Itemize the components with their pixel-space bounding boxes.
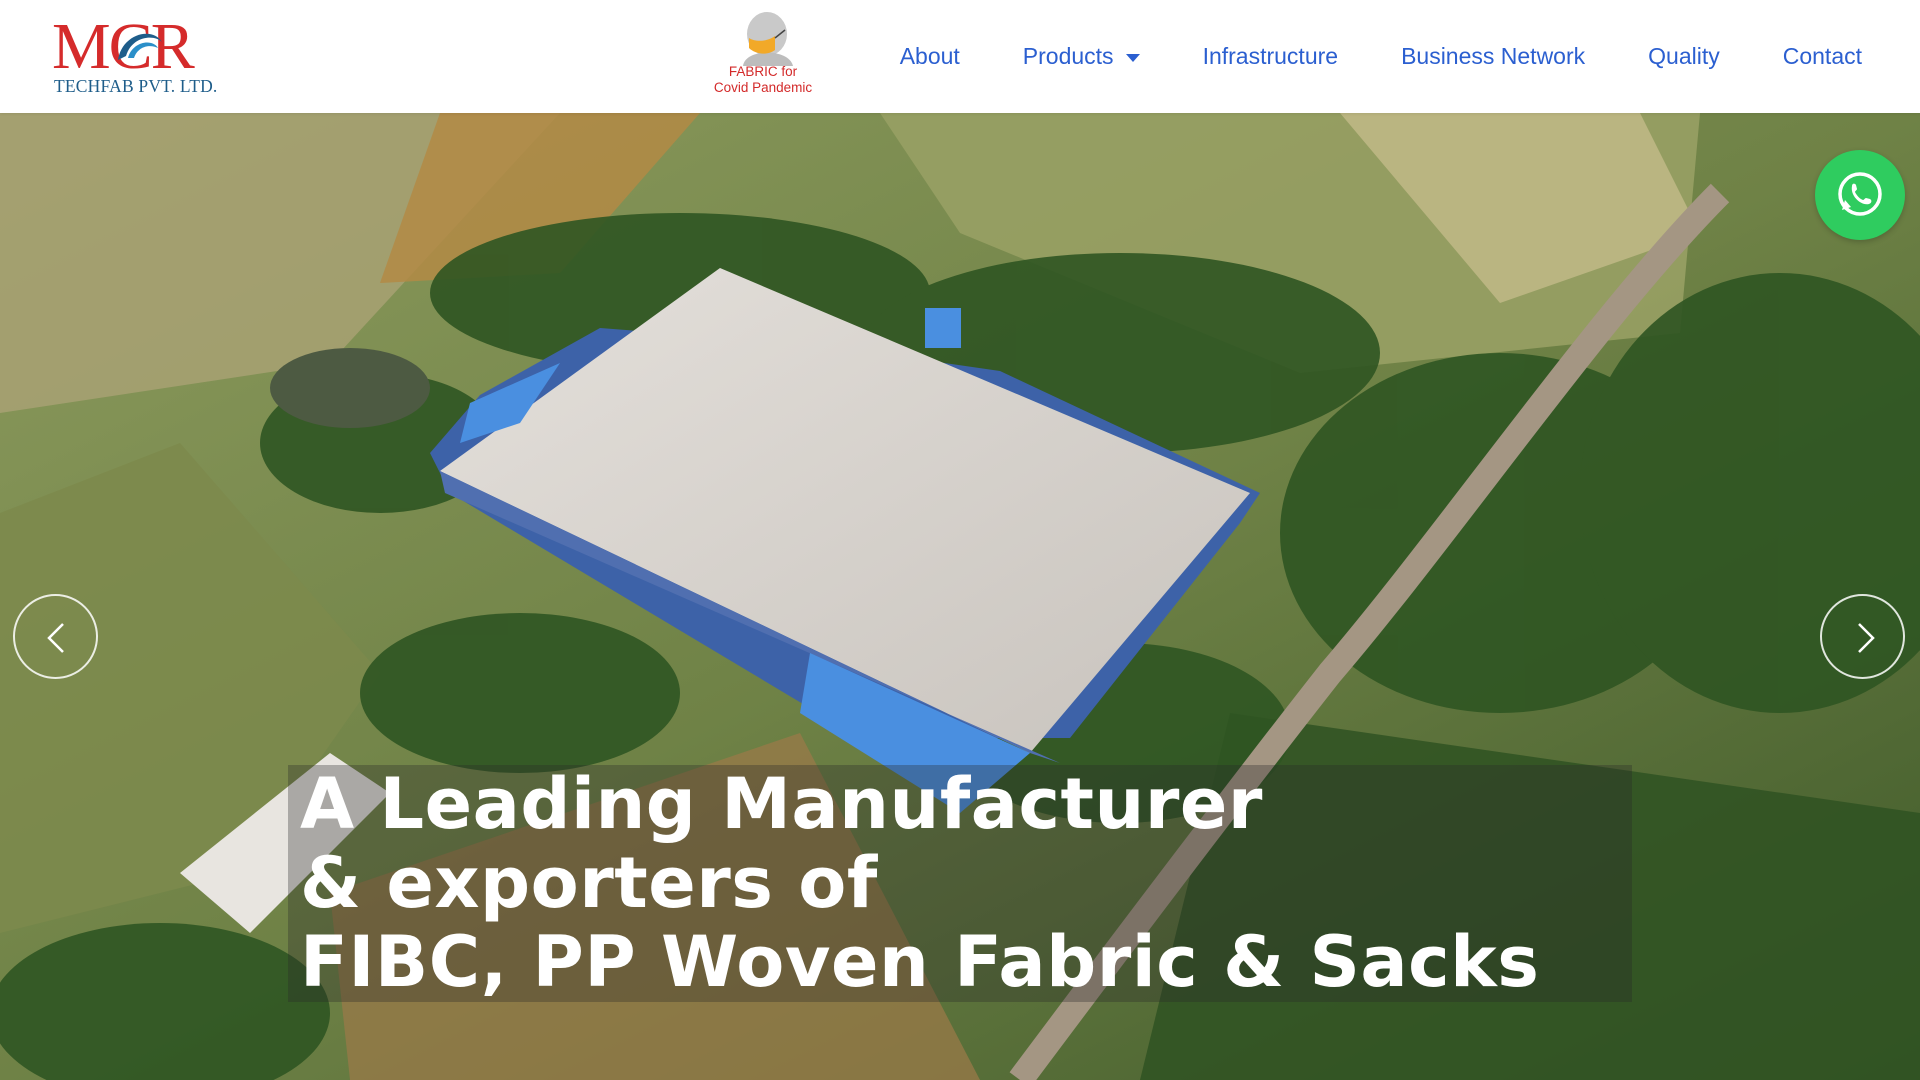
site-header: MCR TECHFAB PVT. LTD. FABRIC for Covid P…	[0, 0, 1920, 113]
nav-contact-label: Contact	[1782, 43, 1862, 69]
covid-badge-line1: FABRIC for	[728, 64, 798, 79]
hero-headline: A Leading Manufacturer & exporters of FI…	[300, 765, 1620, 1002]
nav-infrastructure[interactable]: Infrastructure	[1203, 43, 1339, 70]
whatsapp-button[interactable]	[1815, 150, 1905, 240]
logo-subtitle: TECHFAB PVT. LTD.	[54, 76, 218, 96]
nav-business-network-label: Business Network	[1401, 43, 1586, 69]
nav-quality[interactable]: Quality	[1648, 43, 1720, 70]
nav-products-label: Products	[1022, 43, 1114, 69]
nav-business-network[interactable]: Business Network	[1401, 43, 1585, 70]
headline-line-3: FIBC, PP Woven Fabric & Sacks	[300, 921, 1540, 1003]
masked-person-icon	[743, 12, 793, 66]
nav-contact[interactable]: Contact	[1783, 43, 1862, 70]
nav-products[interactable]: Products	[1023, 43, 1140, 70]
logo-swirl-icon	[118, 33, 162, 60]
slider-next-button[interactable]	[1820, 594, 1905, 679]
chevron-left-icon	[47, 623, 64, 653]
slider-prev-button[interactable]	[13, 594, 98, 679]
nav-about-label: About	[899, 43, 960, 69]
covid-badge-text: FABRIC for Covid Pandemic	[705, 64, 821, 96]
whatsapp-icon	[1838, 172, 1882, 216]
covid-fabric-badge[interactable]: FABRIC for Covid Pandemic	[705, 12, 821, 102]
hero-slider: A Leading Manufacturer & exporters of FI…	[0, 113, 1920, 1080]
headline-line-2: & exporters of	[300, 842, 878, 924]
chevron-right-icon	[1858, 623, 1875, 653]
company-logo[interactable]: MCR TECHFAB PVT. LTD.	[52, 14, 227, 99]
covid-badge-line2: Covid Pandemic	[713, 80, 813, 95]
nav-infrastructure-label: Infrastructure	[1202, 43, 1339, 69]
nav-quality-label: Quality	[1648, 43, 1720, 69]
nav-about[interactable]: About	[900, 43, 960, 70]
caret-down-icon	[1125, 53, 1140, 62]
headline-line-1: A Leading Manufacturer	[300, 763, 1263, 845]
main-nav: About Products Infrastructure Business N…	[900, 0, 1862, 113]
